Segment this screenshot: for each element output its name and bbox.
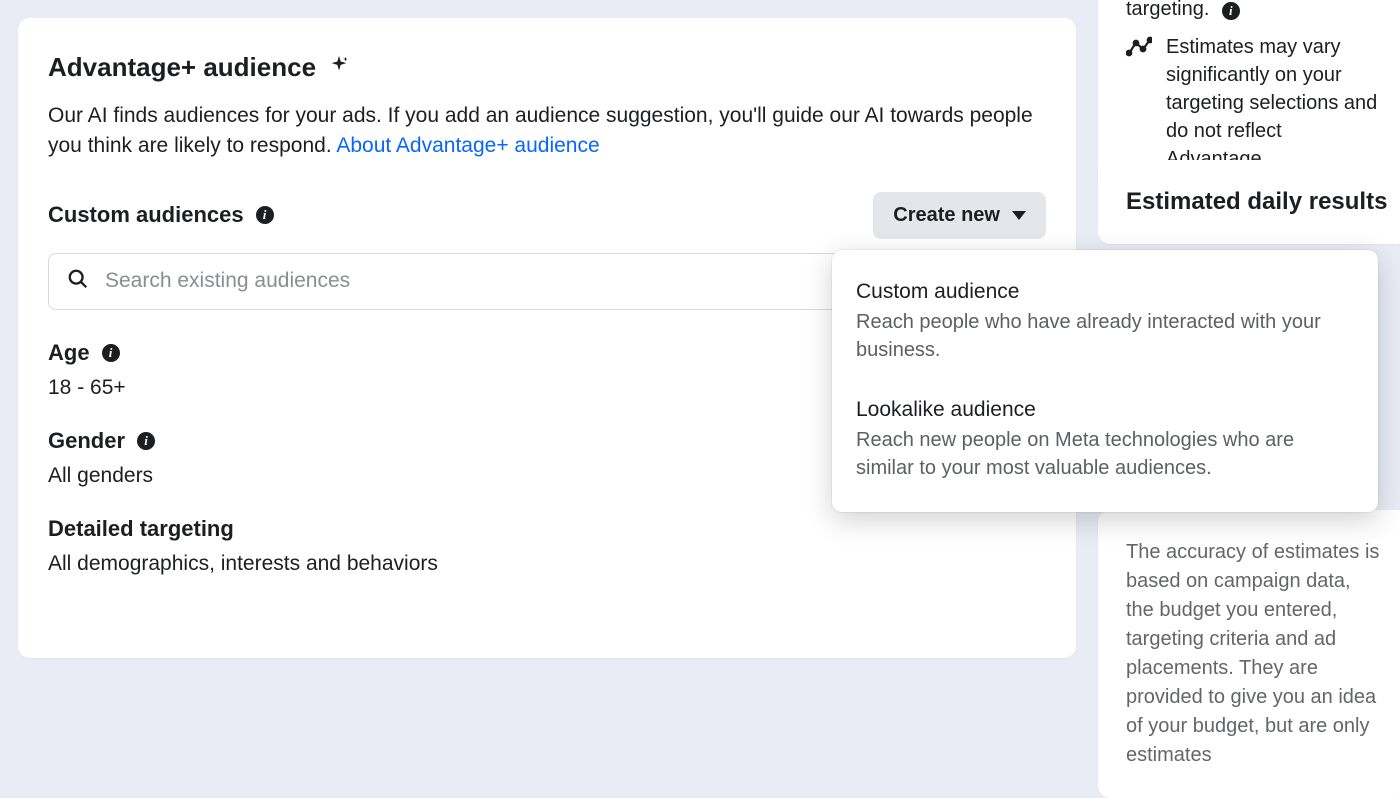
detailed-targeting-label: Detailed targeting — [48, 516, 234, 542]
card-title: Advantage+ audience — [48, 52, 316, 83]
targeting-fragment-text: targeting. — [1126, 0, 1209, 20]
dropdown-item-title: Custom audience — [856, 280, 1354, 304]
card-description: Our AI finds audiences for your ads. If … — [48, 101, 1046, 162]
estimate-row: Estimates may vary significantly on your… — [1126, 33, 1380, 173]
accuracy-text: The accuracy of estimates is based on ca… — [1126, 538, 1380, 770]
create-new-label: Create new — [893, 204, 1000, 227]
sparkle-icon — [328, 54, 350, 81]
create-new-dropdown: Custom audience Reach people who have al… — [832, 250, 1378, 512]
about-advantage-link[interactable]: About Advantage+ audience — [336, 134, 599, 157]
age-label: Age — [48, 340, 90, 366]
custom-audiences-header: Custom audiences i Create new — [48, 192, 1046, 239]
info-icon[interactable]: i — [102, 344, 120, 362]
dropdown-item-description: Reach new people on Meta technologies wh… — [856, 426, 1354, 482]
gender-label: Gender — [48, 428, 125, 454]
detailed-targeting-value: All demographics, interests and behavior… — [48, 552, 1046, 576]
targeting-text-row: targeting. i — [1126, 0, 1380, 21]
dropdown-item-custom-audience[interactable]: Custom audience Reach people who have al… — [856, 272, 1354, 372]
estimate-text: Estimates may vary significantly on your… — [1166, 33, 1380, 173]
side-panel-daily-results: Estimated daily results — [1098, 160, 1400, 244]
card-title-row: Advantage+ audience — [48, 52, 1046, 83]
side-panel-accuracy: The accuracy of estimates is based on ca… — [1098, 510, 1400, 798]
create-new-button[interactable]: Create new — [873, 192, 1046, 239]
search-icon — [67, 268, 89, 295]
chart-icon — [1126, 33, 1152, 63]
dropdown-item-lookalike-audience[interactable]: Lookalike audience Reach new people on M… — [856, 390, 1354, 490]
custom-audiences-label: Custom audiences — [48, 202, 244, 228]
info-icon[interactable]: i — [256, 206, 274, 224]
custom-audiences-label-wrap: Custom audiences i — [48, 202, 274, 228]
detailed-targeting-label-row: Detailed targeting — [48, 516, 1046, 542]
info-icon[interactable]: i — [137, 432, 155, 450]
dropdown-item-description: Reach people who have already interacted… — [856, 308, 1354, 364]
info-icon[interactable]: i — [1222, 2, 1240, 20]
daily-results-title: Estimated daily results — [1126, 188, 1380, 216]
detailed-targeting-field: Detailed targeting All demographics, int… — [48, 516, 1046, 576]
caret-down-icon — [1012, 211, 1026, 220]
dropdown-item-title: Lookalike audience — [856, 398, 1354, 422]
